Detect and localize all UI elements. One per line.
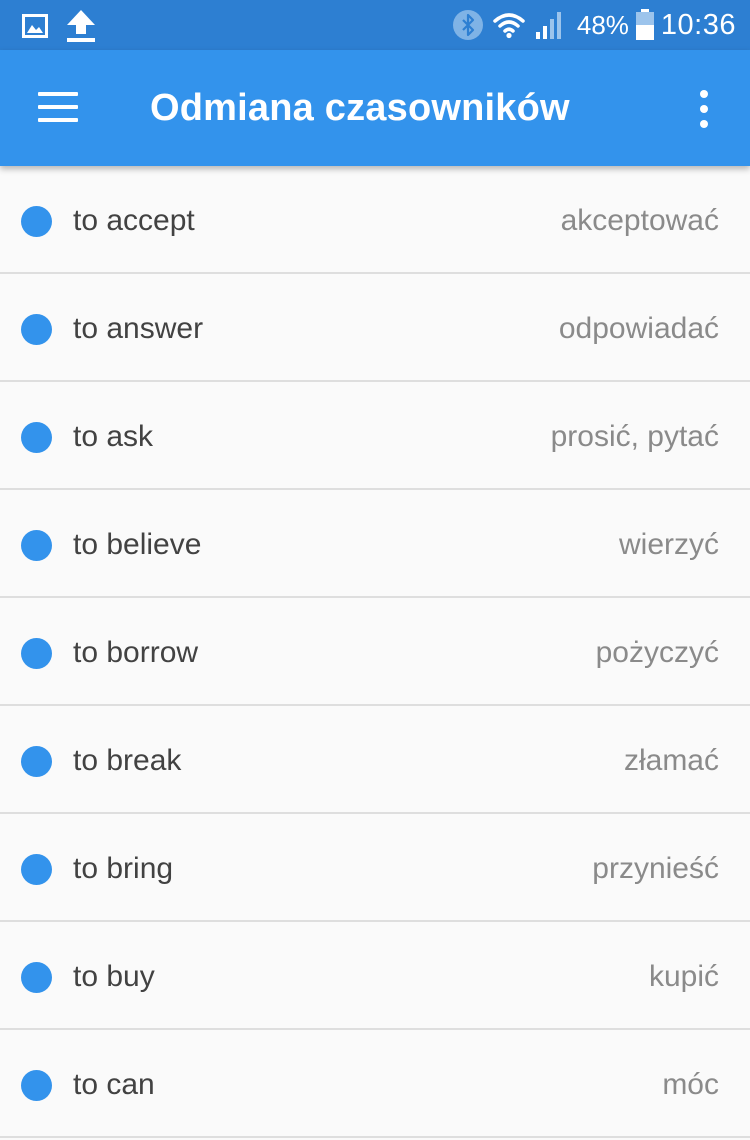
polish-translation: móc: [662, 1068, 719, 1101]
bullet-dot-icon: [21, 530, 52, 561]
bluetooth-icon: [452, 10, 483, 40]
verb-row-buy[interactable]: to buy kupić: [0, 922, 750, 1030]
battery-icon: [635, 9, 655, 41]
english-verb: to bring: [73, 852, 174, 885]
signal-icon: [535, 10, 565, 40]
verb-row-believe[interactable]: to believe wierzyć: [0, 490, 750, 598]
verb-row-ask[interactable]: to ask prosić, pytać: [0, 382, 750, 490]
polish-translation: przynieść: [592, 852, 719, 885]
english-verb: to buy: [73, 960, 155, 993]
verb-row-can[interactable]: to can móc: [0, 1030, 750, 1138]
bullet-dot-icon: [21, 962, 52, 993]
status-bar: 48% 10:36: [0, 0, 750, 50]
bullet-dot-icon: [21, 638, 52, 669]
polish-translation: kupić: [648, 960, 719, 993]
clock: 10:36: [660, 8, 736, 41]
battery-percent: 48%: [576, 9, 629, 40]
polish-translation: prosić, pytać: [550, 420, 719, 453]
english-verb: to can: [73, 1068, 155, 1101]
notification-icons: [22, 9, 114, 43]
system-icons: 48% 10:36: [443, 0, 736, 50]
verb-row-break[interactable]: to break złamać: [0, 706, 750, 814]
verb-row-bring[interactable]: to bring przynieść: [0, 814, 750, 922]
wifi-icon: [493, 11, 525, 39]
bullet-dot-icon: [21, 206, 52, 237]
verb-row-borrow[interactable]: to borrow pożyczyć: [0, 598, 750, 706]
polish-translation: złamać: [623, 744, 719, 777]
bullet-dot-icon: [21, 746, 52, 777]
polish-translation: pożyczyć: [595, 636, 719, 669]
more-vertical-icon[interactable]: [694, 90, 714, 128]
polish-translation: odpowiadać: [558, 312, 719, 345]
english-verb: to borrow: [73, 636, 199, 669]
english-verb: to believe: [73, 528, 202, 561]
bullet-dot-icon: [21, 1070, 52, 1101]
verb-list: to accept akceptować to answer odpowiada…: [0, 166, 750, 1138]
polish-translation: akceptować: [560, 204, 719, 237]
english-verb: to answer: [73, 312, 204, 345]
english-verb: to accept: [73, 204, 195, 237]
page-title: Odmiana czasowników: [150, 87, 570, 129]
app-bar: Odmiana czasowników: [0, 50, 750, 166]
english-verb: to break: [73, 744, 182, 777]
verb-row-answer[interactable]: to answer odpowiadać: [0, 274, 750, 382]
verb-row-accept[interactable]: to accept akceptować: [0, 166, 750, 274]
bullet-dot-icon: [21, 314, 52, 345]
upload-icon: [64, 9, 98, 43]
bullet-dot-icon: [21, 422, 52, 453]
hamburger-menu-icon[interactable]: [38, 92, 80, 124]
image-icon: [22, 14, 48, 38]
polish-translation: wierzyć: [618, 528, 719, 561]
english-verb: to ask: [73, 420, 154, 453]
bullet-dot-icon: [21, 854, 52, 885]
